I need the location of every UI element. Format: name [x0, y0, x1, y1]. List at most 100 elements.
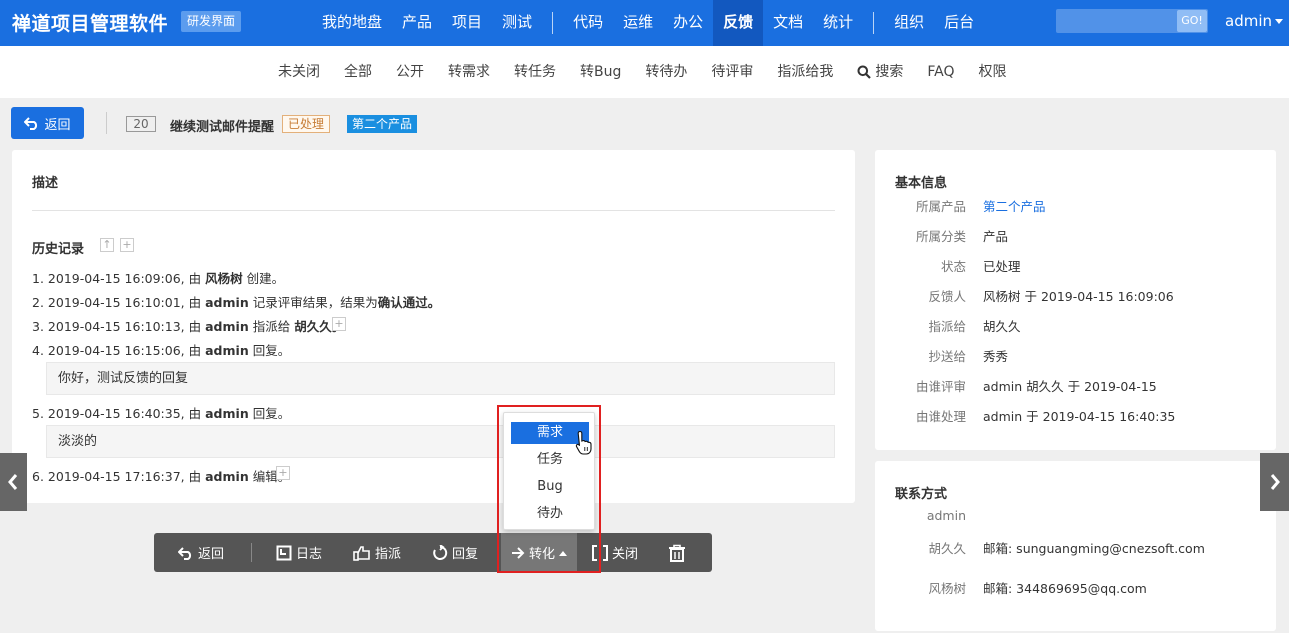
subnav-permission[interactable]: 权限: [967, 46, 1019, 98]
info-label: 抄送给: [928, 349, 966, 364]
history-num: 6.: [32, 469, 44, 484]
info-row: 指派给 胡久久: [875, 316, 1275, 336]
nav-ops[interactable]: 运维: [613, 0, 663, 46]
toolbar-back-button[interactable]: 返回: [178, 533, 224, 572]
close-label: 关闭: [612, 547, 639, 562]
chevron-right-icon: [1270, 474, 1280, 490]
nav-admin[interactable]: 后台: [934, 0, 984, 46]
contact-row: 胡久久 邮箱: sunguangming@cnezsoft.com: [875, 538, 1275, 558]
history-extra: 确认通过。: [377, 295, 441, 310]
hand-pointer-icon: [353, 545, 370, 561]
search-icon: [857, 65, 872, 79]
subnav-to-todo[interactable]: 转待办: [633, 46, 699, 98]
back-button-label: 返回: [44, 117, 71, 133]
contact-name: 胡久久: [928, 541, 966, 556]
toolbar-divider: [251, 543, 252, 562]
subnav-to-story[interactable]: 转需求: [436, 46, 502, 98]
interface-badge[interactable]: 研发界面: [181, 11, 242, 32]
log-button[interactable]: 日志: [276, 533, 322, 572]
nav-my[interactable]: 我的地盘: [312, 0, 392, 46]
hand-cursor-icon: [575, 430, 592, 455]
detail-panel: 描述 历史记录 ↑ + 1. 2019-04-15 16:09:06, 由 风杨…: [12, 150, 855, 503]
subnav-all[interactable]: 全部: [332, 46, 384, 98]
assign-label: 指派: [375, 547, 402, 562]
history-num: 2.: [32, 295, 44, 310]
subnav-to-task[interactable]: 转任务: [502, 46, 568, 98]
delete-button[interactable]: [668, 533, 686, 572]
basic-info-panel: 基本信息 所属产品 第二个产品 所属分类 产品 状态 已处理 反馈人 风杨树 于 201…: [875, 150, 1276, 450]
main-nav: 我的地盘 产品 项目 测试 代码 运维 办公 反馈 文档 统计 组织 后台: [312, 0, 984, 46]
nav-project[interactable]: 项目: [442, 0, 492, 46]
back-button[interactable]: 返回: [11, 107, 84, 139]
contact-email: 邮箱: 344869695@qq.com: [983, 581, 1147, 596]
history-time: 2019-04-15 16:10:13, 由: [47, 319, 202, 334]
prev-record-button[interactable]: [0, 453, 27, 511]
expand-change-icon[interactable]: +: [276, 466, 290, 480]
history-time: 2019-04-15 17:16:37, 由: [47, 469, 202, 484]
product-badge: 第二个产品: [347, 115, 418, 133]
expand-all-icon[interactable]: +: [120, 238, 134, 252]
username: admin: [1225, 12, 1272, 30]
history-item: 2. 2019-04-15 16:10:01, 由 admin 记录评审结果，结…: [32, 292, 440, 311]
info-value: 秀秀: [983, 349, 1009, 364]
nav-feedback[interactable]: 反馈: [713, 0, 764, 46]
info-row: 状态 已处理: [875, 256, 1275, 276]
undo-arrow-icon: [24, 117, 38, 130]
history-time: 2019-04-15 16:15:06, 由: [47, 343, 202, 358]
history-num: 1.: [32, 271, 44, 286]
undo-arrow-icon: [178, 546, 192, 560]
action-toolbar: 返回 日志 指派 回复 转化 关闭: [154, 533, 712, 572]
subnav-assigned-to-me[interactable]: 指派给我: [765, 46, 845, 98]
chevron-left-icon: [7, 474, 17, 490]
info-value: 产品: [983, 229, 1009, 244]
nav-test[interactable]: 测试: [492, 0, 542, 46]
history-title: 历史记录: [32, 242, 85, 257]
info-value: 风杨树 于 2019-04-15 16:09:06: [983, 289, 1174, 304]
history-item: 3. 2019-04-15 16:10:13, 由 admin 指派给 胡久久。: [32, 316, 344, 335]
info-row: 由谁处理 admin 于 2019-04-15 16:40:35: [875, 406, 1275, 426]
contact-row: 风杨树 邮箱: 344869695@qq.com: [875, 578, 1275, 598]
info-row: 所属分类 产品: [875, 226, 1275, 246]
reply-label: 回复: [452, 547, 479, 562]
nav-doc[interactable]: 文档: [763, 0, 813, 46]
history-num: 4.: [32, 343, 44, 358]
trash-icon: [669, 544, 685, 562]
subnav-search[interactable]: 搜索: [845, 46, 915, 98]
subnav-faq[interactable]: FAQ: [915, 46, 966, 98]
calendar-clock-icon: [276, 545, 292, 560]
info-row: 所属产品 第二个产品: [875, 196, 1275, 216]
subnav-review[interactable]: 待评审: [699, 46, 765, 98]
next-record-button[interactable]: [1260, 453, 1289, 511]
info-label: 所属分类: [915, 229, 966, 244]
sort-up-icon[interactable]: ↑: [100, 238, 114, 252]
subnav-public[interactable]: 公开: [384, 46, 436, 98]
info-value: admin 胡久久 于 2019-04-15: [983, 379, 1157, 394]
search-go-button[interactable]: GO!: [1177, 10, 1207, 32]
history-num: 3.: [32, 319, 44, 334]
nav-code[interactable]: 代码: [563, 0, 613, 46]
sub-navbar: 未关闭 全部 公开 转需求 转任务 转Bug 转待办 待评审 指派给我 搜索 F…: [0, 46, 1289, 98]
nav-product[interactable]: 产品: [392, 0, 442, 46]
info-label: 由谁处理: [915, 409, 966, 424]
subnav-to-bug[interactable]: 转Bug: [568, 46, 633, 98]
info-label: 指派给: [928, 319, 966, 334]
expand-change-icon[interactable]: +: [332, 317, 346, 331]
subnav-unclosed[interactable]: 未关闭: [266, 46, 332, 98]
user-menu[interactable]: admin: [1225, 12, 1283, 30]
nav-org[interactable]: 组织: [884, 0, 934, 46]
history-actor: admin: [205, 406, 249, 421]
info-value: 已处理: [983, 259, 1021, 274]
history-time: 2019-04-15 16:09:06, 由: [47, 271, 202, 286]
header-divider: [106, 112, 107, 134]
reply-button[interactable]: 回复: [432, 533, 478, 572]
nav-stats[interactable]: 统计: [813, 0, 863, 46]
product-link[interactable]: 第二个产品: [983, 196, 1046, 215]
history-actor: 风杨树: [205, 271, 243, 286]
info-row: 由谁评审 admin 胡久久 于 2019-04-15: [875, 376, 1275, 396]
nav-office[interactable]: 办公: [663, 0, 713, 46]
history-action: 回复。: [252, 406, 291, 421]
assign-button[interactable]: 指派: [353, 533, 401, 572]
app-title[interactable]: 禅道项目管理软件: [12, 9, 168, 36]
info-value: admin 于 2019-04-15 16:40:35: [983, 409, 1176, 424]
refresh-icon: [433, 544, 448, 560]
